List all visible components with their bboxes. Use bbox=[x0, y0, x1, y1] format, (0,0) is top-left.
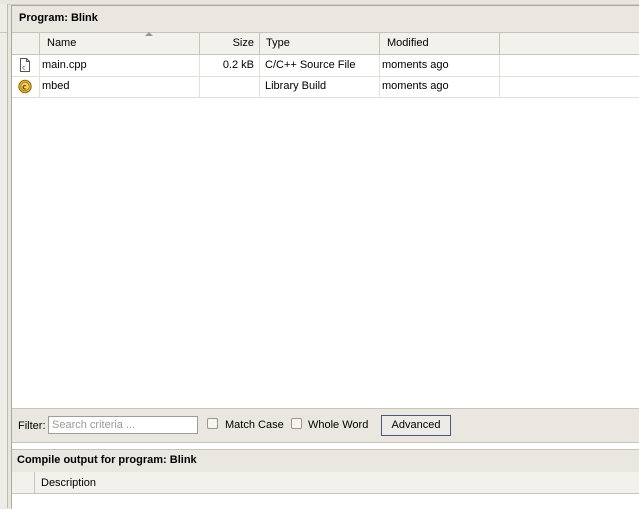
filter-toolbar: Filter: Match Case Whole Word Advanced bbox=[12, 408, 639, 443]
program-panel-title: Program: Blink bbox=[19, 12, 98, 24]
file-size-cell bbox=[200, 76, 260, 97]
compile-output-title: Compile output for program: Blink bbox=[17, 454, 197, 466]
file-modified: moments ago bbox=[382, 80, 449, 92]
file-size-cell: 0.2 kB bbox=[200, 55, 260, 76]
name-column-label: Name bbox=[47, 37, 77, 49]
file-type-cell: C/C++ Source File bbox=[260, 55, 380, 76]
modified-column-header[interactable]: Modified bbox=[380, 33, 500, 54]
sort-ascending-icon bbox=[145, 32, 153, 36]
file-row[interactable]: c main.cpp 0.2 kB C/C++ Source File mome… bbox=[12, 55, 639, 77]
size-column-label: Size bbox=[232, 37, 254, 49]
type-column-label: Type bbox=[266, 37, 290, 49]
match-case-checkbox[interactable] bbox=[207, 418, 218, 429]
filter-label: Filter: bbox=[18, 420, 46, 432]
file-name: main.cpp bbox=[42, 59, 87, 71]
left-sidebar-collapsed[interactable] bbox=[0, 4, 8, 508]
compile-output-table-header: Description bbox=[12, 472, 639, 494]
type-column-header[interactable]: Type bbox=[260, 33, 380, 54]
name-column-header[interactable]: Name bbox=[40, 32, 200, 54]
file-type: C/C++ Source File bbox=[265, 59, 356, 71]
library-gear-icon: c bbox=[18, 79, 32, 94]
sidebar-tab[interactable] bbox=[0, 9, 7, 33]
modified-column-label: Modified bbox=[387, 37, 429, 49]
program-workspace-panel: Program: Blink Name Size Type Modified c… bbox=[11, 5, 639, 509]
file-table-header: Name Size Type Modified bbox=[12, 32, 639, 55]
whole-word-checkbox[interactable] bbox=[291, 418, 302, 429]
program-panel-header: Program: Blink bbox=[12, 6, 639, 33]
whole-word-label[interactable]: Whole Word bbox=[308, 419, 368, 431]
file-size: 0.2 kB bbox=[222, 59, 254, 71]
search-input[interactable] bbox=[48, 416, 198, 434]
file-type-cell: Library Build bbox=[260, 76, 380, 97]
compile-output-header: Compile output for program: Blink bbox=[12, 449, 639, 473]
file-modified-cell: moments ago bbox=[380, 76, 500, 97]
file-name: mbed bbox=[42, 80, 70, 92]
file-icon-cell: c bbox=[12, 76, 40, 97]
svg-text:c: c bbox=[22, 65, 25, 72]
match-case-label[interactable]: Match Case bbox=[225, 419, 284, 431]
file-type: Library Build bbox=[265, 80, 327, 92]
compile-icon-column-header[interactable] bbox=[12, 472, 35, 493]
advanced-button[interactable]: Advanced bbox=[381, 415, 451, 436]
icon-column-header[interactable] bbox=[12, 33, 40, 54]
svg-text:c: c bbox=[22, 82, 26, 91]
cpp-file-icon: c bbox=[20, 58, 30, 72]
file-name-cell: main.cpp bbox=[40, 55, 200, 76]
file-icon-cell: c bbox=[12, 55, 40, 76]
file-modified: moments ago bbox=[382, 59, 449, 71]
file-row[interactable]: c mbed Library Build moments ago bbox=[12, 76, 639, 98]
file-modified-cell: moments ago bbox=[380, 55, 500, 76]
size-column-header[interactable]: Size bbox=[200, 33, 260, 54]
file-name-cell: mbed bbox=[40, 76, 200, 97]
description-column-header[interactable]: Description bbox=[41, 477, 96, 489]
